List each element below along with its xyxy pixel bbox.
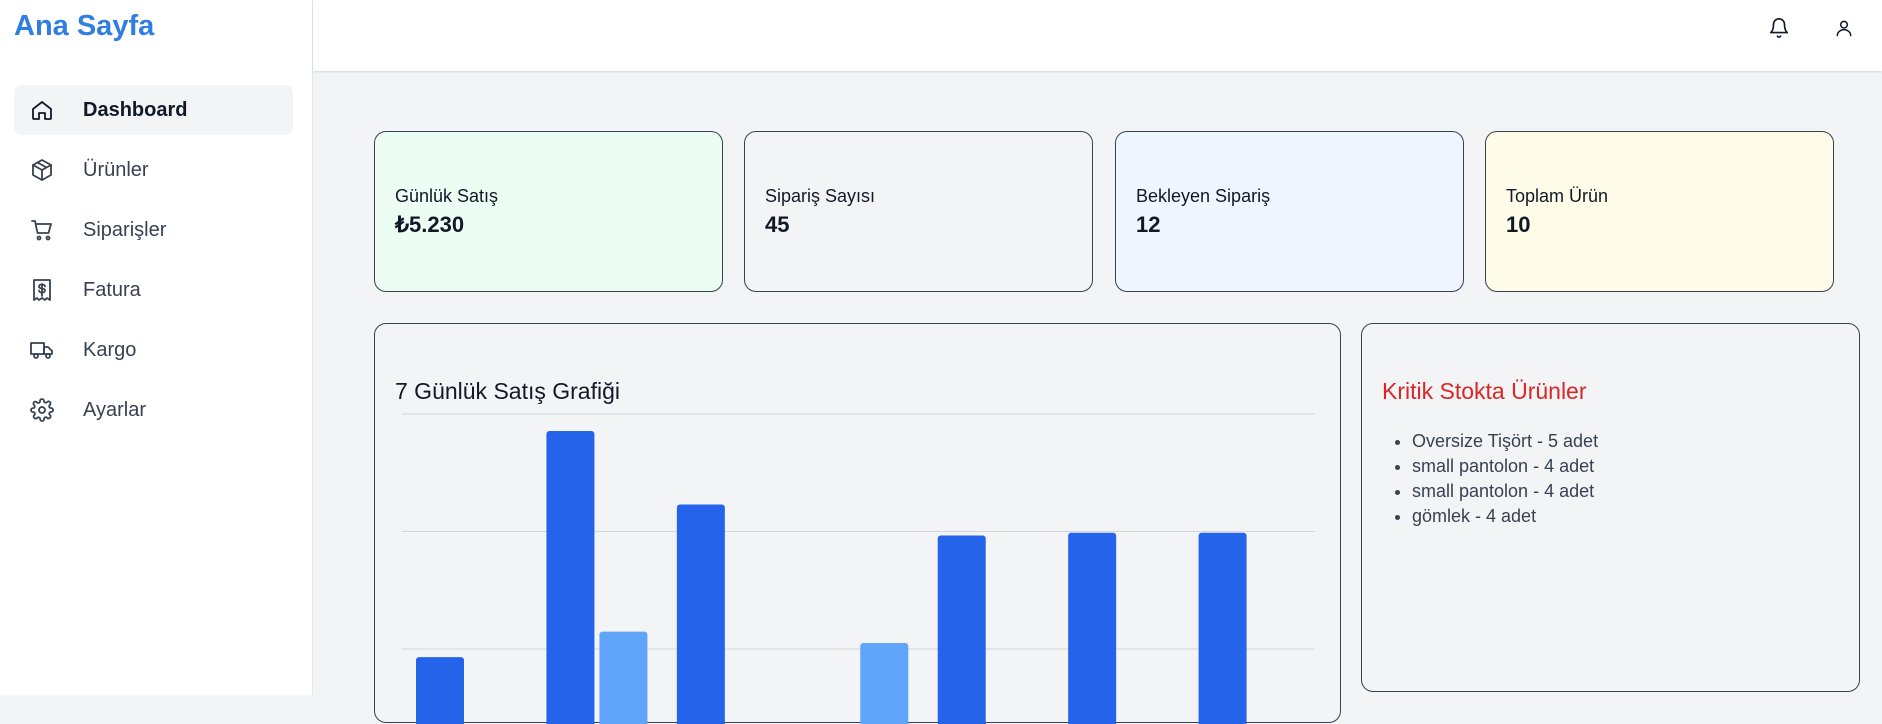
stat-label: Bekleyen Sipariş — [1136, 186, 1271, 206]
sidebar-item-label: Siparişler — [83, 218, 167, 241]
chart-bar[interactable] — [860, 642, 909, 724]
stat-label: Sipariş Sayısı — [765, 186, 876, 206]
list-item: gömlek - 4 adet — [1412, 504, 1598, 529]
top-header — [313, 0, 1882, 71]
truck-icon — [28, 336, 56, 364]
chart-bar[interactable] — [546, 430, 595, 724]
chart-bar[interactable] — [1068, 532, 1117, 724]
user-icon[interactable] — [1832, 16, 1856, 40]
sidebar-item-label: Ürünler — [83, 158, 149, 181]
sidebar-item-label: Ayarlar — [83, 398, 146, 421]
brand-title[interactable]: Ana Sayfa — [14, 10, 154, 43]
stat-value: ₺5.230 — [395, 212, 465, 237]
gear-icon — [28, 396, 56, 424]
sales-chart-panel: 7 Günlük Satış Grafiği — [374, 323, 1341, 724]
sidebar-item-label: Dashboard — [83, 98, 188, 121]
stat-card-total-products: Toplam Ürün 10 — [1485, 131, 1834, 292]
stat-card-daily-sales: Günlük Satış ₺5.230 — [374, 131, 723, 292]
sidebar-item-label: Fatura — [83, 278, 141, 301]
sidebar-item-kargo[interactable]: Kargo — [14, 325, 293, 375]
cart-icon — [28, 216, 56, 244]
sidebar-item-label: Kargo — [83, 338, 137, 361]
sidebar-nav: Dashboard Ürünler Siparişler Fatura Karg… — [14, 85, 293, 445]
stat-card-pending-orders: Bekleyen Sipariş 12 — [1115, 131, 1464, 292]
sidebar-item-fatura[interactable]: Fatura — [14, 265, 293, 315]
sidebar-item-dashboard[interactable]: Dashboard — [14, 85, 293, 135]
home-icon — [28, 96, 56, 124]
stat-value: 10 — [1506, 212, 1531, 237]
receipt-icon — [28, 276, 56, 304]
critical-stock-list: Oversize Tişört - 5 adet small pantolon … — [1384, 429, 1598, 529]
stat-label: Günlük Satış — [395, 186, 499, 206]
chart-bar[interactable] — [416, 657, 464, 724]
chart-bar[interactable] — [676, 504, 725, 724]
critical-stock-title: Kritik Stokta Ürünler — [1382, 378, 1587, 404]
sales-bar-chart — [402, 413, 1315, 724]
list-item: Oversize Tişört - 5 adet — [1412, 429, 1598, 454]
chart-bar[interactable] — [599, 631, 648, 724]
chart-bar[interactable] — [937, 535, 986, 724]
sidebar: Ana Sayfa Dashboard Ürünler Siparişler F… — [0, 0, 313, 695]
stat-value: 45 — [765, 212, 790, 237]
stat-value: 12 — [1136, 212, 1161, 237]
critical-stock-panel: Kritik Stokta Ürünler Oversize Tişört - … — [1361, 323, 1860, 692]
sidebar-item-urunler[interactable]: Ürünler — [14, 145, 293, 195]
chart-bar[interactable] — [1198, 532, 1247, 724]
list-item: small pantolon - 4 adet — [1412, 479, 1598, 504]
stat-label: Toplam Ürün — [1506, 186, 1609, 206]
sidebar-item-ayarlar[interactable]: Ayarlar — [14, 385, 293, 435]
stat-card-order-count: Sipariş Sayısı 45 — [744, 131, 1093, 292]
list-item: small pantolon - 4 adet — [1412, 454, 1598, 479]
bell-icon[interactable] — [1767, 16, 1791, 40]
package-icon — [28, 156, 56, 184]
sidebar-item-siparisler[interactable]: Siparişler — [14, 205, 293, 255]
